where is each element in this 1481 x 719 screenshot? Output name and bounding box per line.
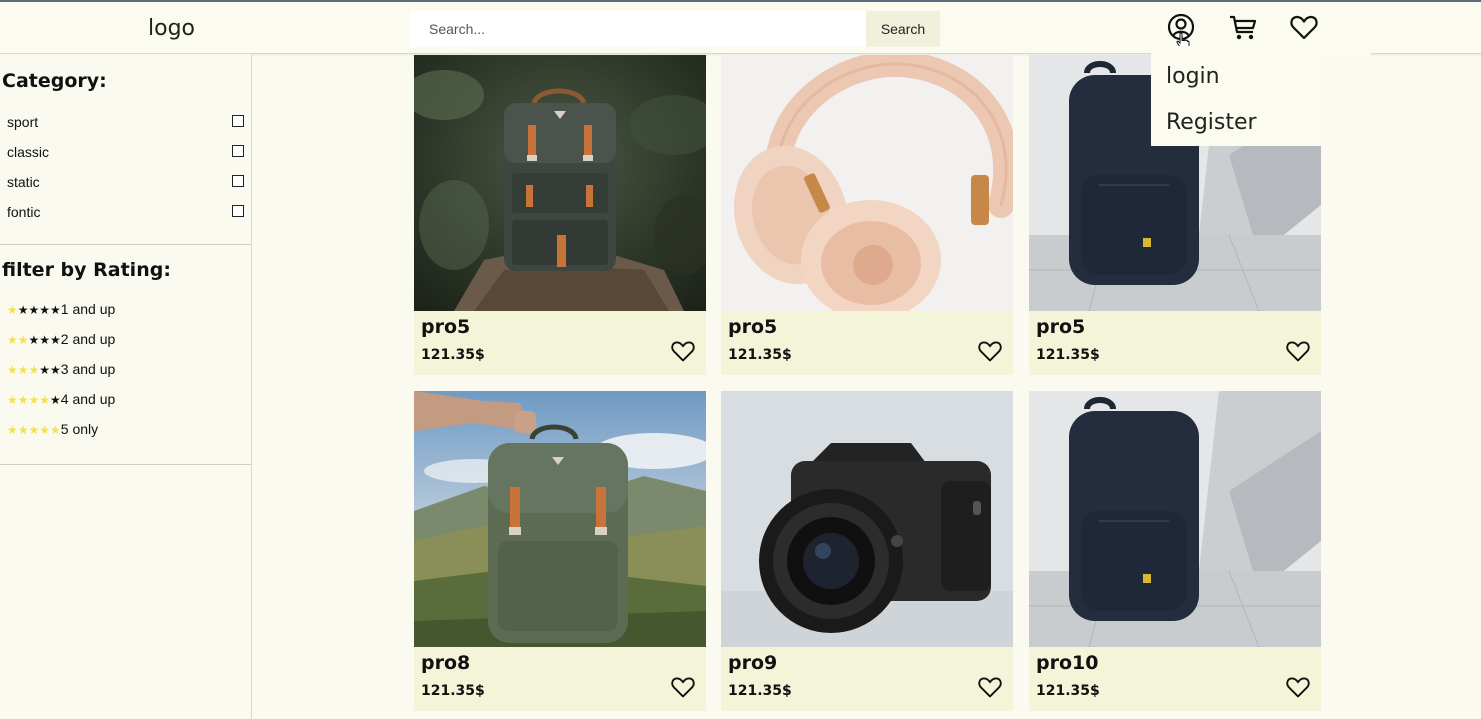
product-image-green-backpack-held[interactable] (414, 391, 706, 647)
category-checkbox[interactable] (232, 115, 244, 127)
rating-label: 3 and up (60, 361, 116, 377)
sidebar-divider (0, 464, 251, 465)
menu-item-register[interactable]: Register (1166, 110, 1257, 135)
product-name: pro5 (421, 316, 471, 338)
category-checkbox[interactable] (232, 205, 244, 217)
category-checkbox[interactable] (232, 145, 244, 157)
product-price: 121.35$ (1036, 683, 1100, 699)
rating-label: 4 and up (60, 391, 116, 407)
product-price: 121.35$ (728, 347, 792, 363)
product-price: 121.35$ (421, 683, 485, 699)
product-image-navy-backpack[interactable] (1029, 391, 1321, 647)
logo[interactable]: logo (148, 16, 195, 41)
wishlist-heart-icon[interactable] (670, 339, 696, 363)
cart-icon[interactable] (1228, 12, 1258, 42)
search-bar: Search (410, 11, 940, 47)
category-item-fontic[interactable]: fontic (7, 202, 247, 222)
wishlist-heart-icon[interactable] (977, 675, 1003, 699)
category-title: Category: (2, 70, 107, 92)
rating-title: filter by Rating: (2, 259, 171, 281)
account-dropdown-menu: login Register (1151, 54, 1321, 146)
category-item-sport[interactable]: sport (7, 112, 247, 132)
category-item-classic[interactable]: classic (7, 142, 247, 162)
category-label: sport (7, 114, 39, 130)
menu-item-login[interactable]: login (1166, 64, 1220, 89)
category-item-static[interactable]: static (7, 172, 247, 192)
search-button[interactable]: Search (866, 11, 940, 47)
product-image-camera[interactable] (721, 391, 1013, 647)
product-card[interactable]: pro8 121.35$ (414, 391, 706, 711)
product-name: pro10 (1036, 652, 1099, 674)
product-name: pro5 (1036, 316, 1086, 338)
wishlist-heart-icon[interactable] (977, 339, 1003, 363)
product-price: 121.35$ (728, 683, 792, 699)
rating-filter-3[interactable]: ★★★★★3 and up (7, 361, 115, 381)
product-price: 121.35$ (1036, 347, 1100, 363)
rating-filter-1[interactable]: ★★★★★1 and up (7, 301, 115, 321)
product-card[interactable]: pro5 121.35$ (721, 55, 1013, 375)
product-name: pro9 (728, 652, 778, 674)
wishlist-heart-icon[interactable] (1285, 339, 1311, 363)
rating-filter-2[interactable]: ★★★★★2 and up (7, 331, 115, 351)
category-checkbox[interactable] (232, 175, 244, 187)
product-card[interactable]: pro10 121.35$ (1029, 391, 1321, 711)
product-card[interactable]: pro5 121.35$ (414, 55, 706, 375)
rating-label: 1 and up (60, 301, 116, 317)
category-label: fontic (7, 204, 41, 220)
product-image-green-backpack[interactable] (414, 55, 706, 311)
product-name: pro5 (728, 316, 778, 338)
sidebar-divider (0, 244, 251, 245)
product-card[interactable]: pro9 121.35$ (721, 391, 1013, 711)
filter-sidebar: Category: sport classic static fontic fi… (0, 54, 252, 719)
rating-filter-5[interactable]: ★★★★★5 only (7, 421, 98, 441)
rating-label: 2 and up (60, 331, 116, 347)
heart-icon[interactable] (1289, 12, 1319, 42)
rating-filter-4[interactable]: ★★★★★4 and up (7, 391, 115, 411)
wishlist-heart-icon[interactable] (1285, 675, 1311, 699)
category-label: classic (7, 144, 50, 160)
category-label: static (7, 174, 40, 190)
wishlist-heart-icon[interactable] (670, 675, 696, 699)
product-name: pro8 (421, 652, 471, 674)
rating-label: 5 only (60, 421, 99, 437)
product-image-headphones[interactable] (721, 55, 1013, 311)
search-input[interactable] (410, 11, 866, 47)
product-price: 121.35$ (421, 347, 485, 363)
